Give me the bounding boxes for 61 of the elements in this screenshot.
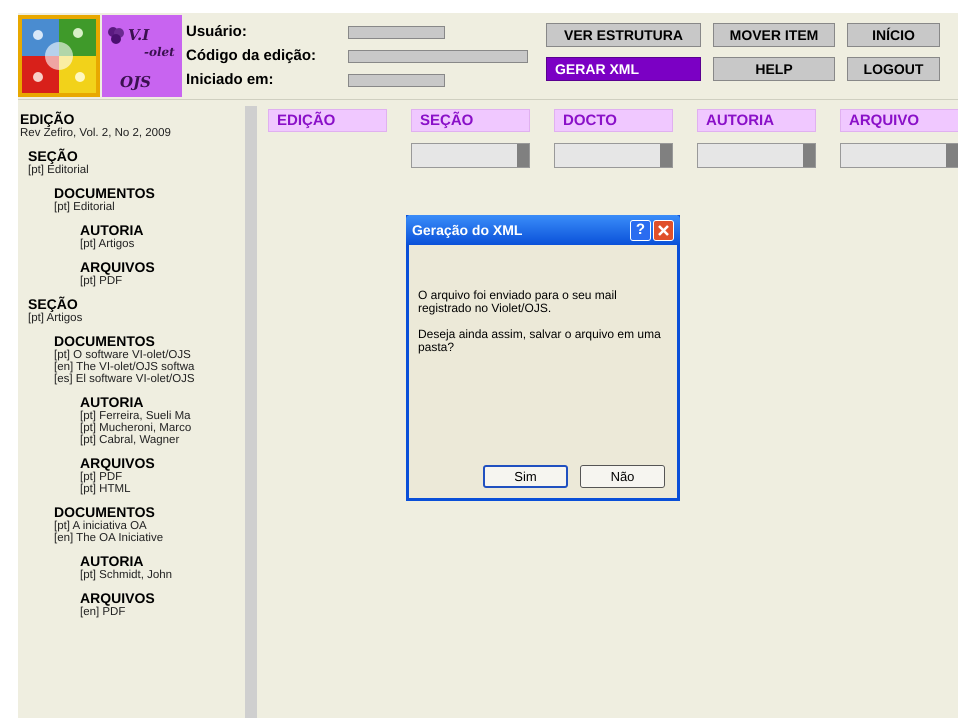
section-heading: ARQUIVOS: [80, 591, 156, 606]
section-heading: DOCUMENTOS: [54, 334, 156, 349]
tree-item[interactable]: [pt] PDF: [80, 275, 245, 287]
close-icon: [658, 224, 669, 236]
logo-text: -olet: [144, 44, 175, 61]
column-tab[interactable]: AUTORIA: [697, 109, 816, 132]
dialog-message: Deseja ainda assim, salvar o arquivo em uma pasta?: [418, 328, 662, 354]
dialog-button[interactable]: Não: [580, 465, 665, 488]
section-heading: SEÇÃO: [28, 297, 79, 312]
close-button[interactable]: [653, 220, 674, 240]
section-heading: DOCUMENTOS: [54, 505, 156, 520]
tree-item[interactable]: [es] El software VI-olet/OJS: [54, 373, 245, 385]
tree-item[interactable]: [pt] Ferreira, Sueli Ma: [80, 410, 245, 422]
dialog-button[interactable]: Sim: [483, 465, 568, 488]
tree-item[interactable]: Rev Zefiro, Vol. 2, No 2, 2009: [20, 127, 245, 139]
field-label: Código da edição:: [186, 46, 318, 66]
dropdown-field[interactable]: [411, 143, 530, 168]
section-heading: SEÇÃO: [28, 149, 79, 164]
column-tab[interactable]: DOCTO: [554, 109, 673, 132]
tree-item[interactable]: [pt] Cabral, Wagner: [80, 434, 245, 446]
flower-icon: [106, 25, 126, 45]
tree-item[interactable]: [pt] Editorial: [28, 164, 245, 176]
tree-item[interactable]: [en] The OA Iniciative: [54, 532, 245, 544]
tree-item[interactable]: [pt] Artigos: [28, 312, 245, 324]
dropdown-field[interactable]: [697, 143, 816, 168]
nav-button[interactable]: HELP: [713, 57, 835, 81]
tree-item[interactable]: [pt] Artigos: [80, 238, 245, 250]
dialog-message: O arquivo foi enviado para o seu mail registrado no Violet/OJS.: [418, 289, 618, 315]
help-button[interactable]: ?: [630, 220, 651, 240]
section-heading: AUTORIA: [80, 554, 145, 569]
tree-item[interactable]: [pt] HTML: [80, 483, 245, 495]
tree-item[interactable]: [pt] O software VI-olet/OJS: [54, 349, 245, 361]
column-tab[interactable]: ARQUIVO: [840, 109, 958, 132]
section-heading: DOCUMENTOS: [54, 186, 156, 201]
dialog-title: Geração do XML: [412, 220, 524, 240]
field-label: Usuário:: [186, 22, 248, 42]
nav-button[interactable]: VER ESTRUTURA: [546, 23, 701, 47]
tree-item[interactable]: [pt] PDF: [80, 471, 245, 483]
dropdown-field[interactable]: [554, 143, 673, 168]
tree-item[interactable]: [pt] Mucheroni, Marco: [80, 422, 245, 434]
nav-button[interactable]: INÍCIO: [847, 23, 940, 47]
tree-item[interactable]: [en] PDF: [80, 606, 245, 618]
section-heading: ARQUIVOS: [80, 260, 156, 275]
section-heading: ARQUIVOS: [80, 456, 156, 471]
logo-text: OJS: [120, 72, 151, 93]
nav-button[interactable]: GERAR XML: [546, 57, 701, 81]
nav-button[interactable]: LOGOUT: [847, 57, 940, 81]
field-label: Iniciado em:: [186, 70, 275, 90]
scrollbar[interactable]: [245, 106, 257, 718]
dropdown-field[interactable]: [840, 143, 958, 168]
tree-item[interactable]: [pt] A iniciativa OA: [54, 520, 245, 532]
tree-item[interactable]: [pt] Schmidt, John: [80, 569, 245, 581]
tree-item[interactable]: [en] The VI-olet/OJS softwa: [54, 361, 245, 373]
tree-item[interactable]: [pt] Editorial: [54, 201, 245, 213]
column-tab[interactable]: SEÇÃO: [411, 109, 530, 132]
section-heading: EDIÇÃO: [20, 112, 76, 127]
logo-text: V.I: [128, 25, 150, 46]
nav-button[interactable]: MOVER ITEM: [713, 23, 835, 47]
section-heading: AUTORIA: [80, 223, 145, 238]
section-heading: AUTORIA: [80, 395, 145, 410]
column-tab[interactable]: EDIÇÃO: [268, 109, 387, 132]
